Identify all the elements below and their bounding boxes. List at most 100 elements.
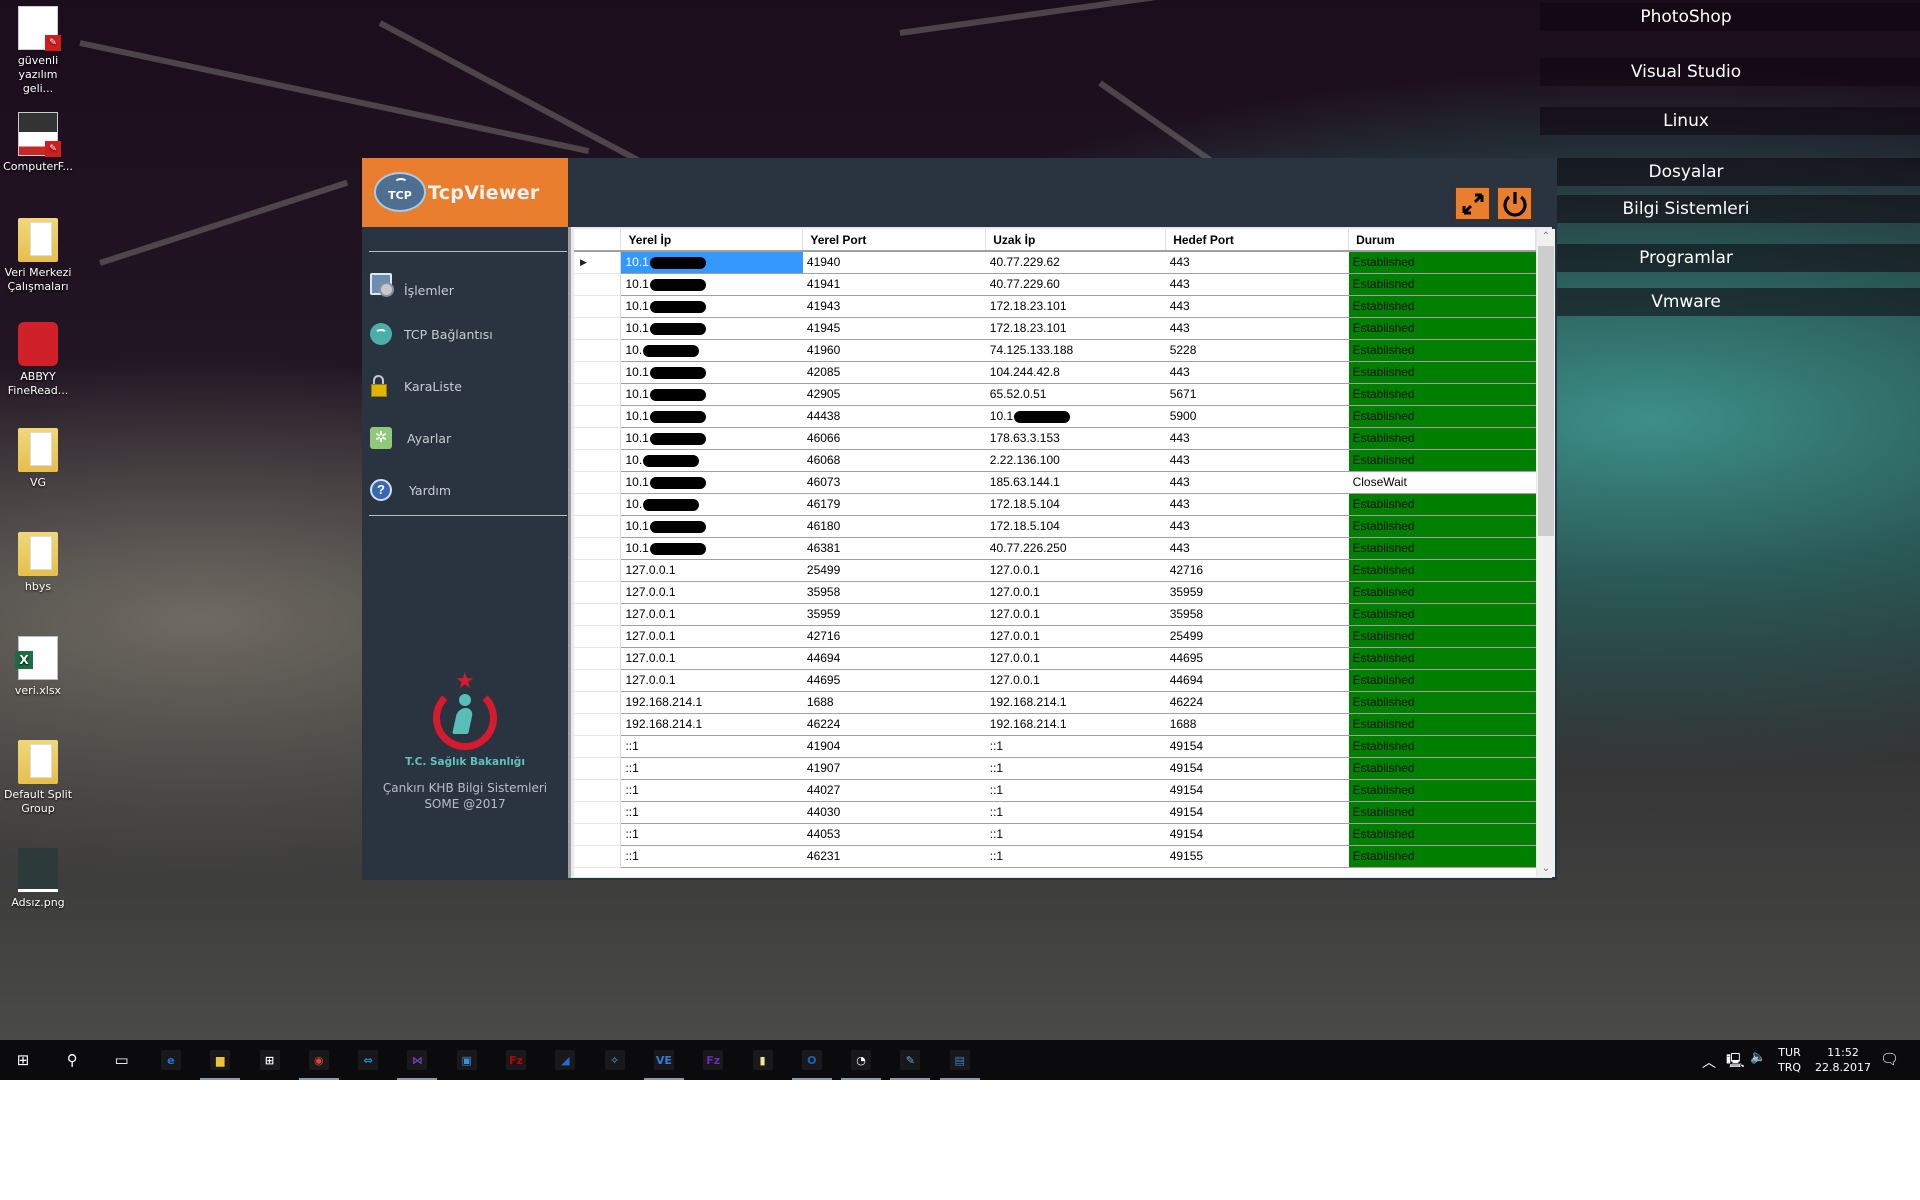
cell-state[interactable]: Established — [1348, 823, 1536, 846]
row-header[interactable] — [574, 735, 622, 758]
table-row[interactable]: ::1 44030::1 49154 Established — [574, 801, 1536, 824]
cell-remote-ip[interactable]: 178.63.3.153 — [985, 427, 1166, 450]
cell-local-ip[interactable]: 10. — [620, 493, 803, 516]
desktop-menu-vmware[interactable]: Vmware — [1540, 288, 1920, 316]
row-header[interactable] — [574, 383, 622, 406]
cell-remote-ip[interactable]: 192.168.214.1 — [985, 691, 1166, 714]
row-header[interactable] — [574, 427, 622, 450]
cell-state[interactable]: Established — [1348, 537, 1536, 560]
taskbar-visual-studio-button[interactable]: ⋈ — [402, 1045, 432, 1075]
cell-state[interactable]: Established — [1348, 757, 1536, 780]
row-header[interactable] — [574, 779, 622, 802]
cell-state[interactable]: Established — [1348, 735, 1536, 758]
cell-local-ip[interactable]: 10. — [620, 449, 803, 472]
maximize-button[interactable] — [1455, 187, 1490, 220]
cell-state[interactable]: Established — [1348, 647, 1536, 670]
desktop-menu-bilgi-sistemleri[interactable]: Bilgi Sistemleri — [1540, 195, 1920, 223]
row-header[interactable] — [574, 625, 622, 648]
cell-local-ip[interactable]: ::1 — [620, 735, 803, 758]
cell-local-ip[interactable]: 127.0.0.1 — [620, 559, 803, 582]
cell-remote-port[interactable]: 443 — [1165, 361, 1349, 384]
cell-remote-port[interactable]: 5900 — [1165, 405, 1349, 428]
cell-remote-port[interactable]: 46224 — [1165, 691, 1349, 714]
cell-remote-ip[interactable]: ::1 — [985, 801, 1166, 824]
desktop-icon-abbyy[interactable]: ABBYY FineRead... — [2, 322, 74, 398]
cell-state[interactable]: Established — [1348, 383, 1536, 406]
clock[interactable]: 11:52 22.8.2017 — [1812, 1045, 1874, 1075]
column-header-yerel-port[interactable]: Yerel Port — [802, 229, 987, 252]
desktop-icon-vg[interactable]: VG — [2, 428, 74, 490]
row-header[interactable] — [574, 515, 622, 538]
cell-remote-port[interactable]: 49154 — [1165, 823, 1349, 846]
cell-remote-port[interactable]: 443 — [1165, 493, 1349, 516]
cell-local-port[interactable]: 46180 — [802, 515, 986, 538]
table-row[interactable]: 10.1 44438 10.1 5900 Established — [574, 405, 1536, 428]
table-row[interactable]: 127.0.0.1 25499 127.0.0.1 42716 Established — [574, 559, 1536, 582]
cell-state[interactable]: Established — [1348, 603, 1536, 626]
cell-local-ip[interactable]: 127.0.0.1 — [620, 625, 803, 648]
table-row[interactable]: 10.1 41941 40.77.229.60 443 Established — [574, 273, 1536, 296]
sidebar-item-ayarlar[interactable]: ✲ Ayarlar — [362, 425, 568, 455]
cell-remote-port[interactable]: 443 — [1165, 449, 1349, 472]
cell-remote-port[interactable]: 443 — [1165, 471, 1349, 494]
cell-local-ip[interactable]: 10.1 — [620, 295, 803, 318]
taskbar-search-button[interactable]: ⚲ — [57, 1045, 87, 1075]
desktop-menu-dosyalar[interactable]: Dosyalar — [1540, 158, 1920, 186]
cell-remote-ip[interactable]: 127.0.0.1 — [985, 625, 1166, 648]
taskbar-chrome-button[interactable]: ◉ — [304, 1045, 334, 1075]
desktop-icon-adsiz-png[interactable]: Adsız.png — [2, 848, 74, 910]
cell-local-ip[interactable]: 10. — [620, 339, 803, 362]
cell-local-port[interactable]: 46224 — [802, 713, 986, 736]
cell-local-port[interactable]: 42905 — [802, 383, 986, 406]
cell-local-port[interactable]: 35958 — [802, 581, 986, 604]
cell-local-port[interactable]: 46179 — [802, 493, 986, 516]
cell-state[interactable]: Established — [1348, 449, 1536, 472]
cell-local-ip[interactable]: 127.0.0.1 — [620, 603, 803, 626]
cell-local-port[interactable]: 44694 — [802, 647, 986, 670]
cell-local-port[interactable]: 46068 — [802, 449, 986, 472]
cell-remote-ip[interactable]: 192.168.214.1 — [985, 713, 1166, 736]
desktop-icon-veri-xlsx[interactable]: X veri.xlsx — [2, 636, 74, 698]
cell-local-port[interactable]: 44438 — [802, 405, 986, 428]
sidebar-item-tcp-baglantisi[interactable]: TCP Bağlantısı — [362, 321, 568, 351]
taskbar-start-button[interactable]: ⊞ — [8, 1045, 38, 1075]
table-row[interactable]: 10.1 46381 40.77.226.250 443 Established — [574, 537, 1536, 560]
cell-state[interactable]: Established — [1348, 691, 1536, 714]
taskbar-tcpviewer-window-button[interactable]: ▤ — [945, 1045, 975, 1075]
cell-state[interactable]: Established — [1348, 801, 1536, 824]
cell-remote-ip[interactable]: 74.125.133.188 — [985, 339, 1166, 362]
table-row[interactable]: 10.1 46180 172.18.5.104 443 Established — [574, 515, 1536, 538]
taskbar-outlook-button[interactable]: O — [797, 1045, 827, 1075]
row-header[interactable] — [574, 471, 622, 494]
table-row[interactable]: ::1 44027::1 49154 Established — [574, 779, 1536, 802]
cell-local-ip[interactable]: 127.0.0.1 — [620, 581, 803, 604]
scroll-up-icon[interactable]: ⌃ — [1537, 229, 1555, 245]
cell-local-ip[interactable]: 10.1 — [620, 405, 803, 428]
cell-remote-ip[interactable]: 2.22.136.100 — [985, 449, 1166, 472]
table-row[interactable]: 10.1 42085 104.244.42.8 443 Established — [574, 361, 1536, 384]
row-header[interactable] — [574, 273, 622, 296]
cell-state[interactable]: Established — [1348, 339, 1536, 362]
cell-remote-ip[interactable]: ::1 — [985, 823, 1166, 846]
row-header[interactable] — [574, 449, 622, 472]
cell-local-ip[interactable]: ::1 — [620, 845, 803, 868]
cell-remote-ip[interactable]: 40.77.229.62 — [985, 251, 1166, 274]
cell-remote-port[interactable]: 35958 — [1165, 603, 1349, 626]
cell-remote-ip[interactable]: 127.0.0.1 — [985, 603, 1166, 626]
cell-remote-ip[interactable]: 127.0.0.1 — [985, 669, 1166, 692]
network-icon[interactable]: 🖳 — [1726, 1050, 1745, 1074]
row-header[interactable] — [574, 361, 622, 384]
table-row[interactable]: ::1 41907::1 49154 Established — [574, 757, 1536, 780]
cell-remote-ip[interactable]: 10.1 — [985, 405, 1166, 428]
cell-local-ip[interactable]: 10.1 — [620, 537, 803, 560]
table-row[interactable]: 127.0.0.1 35959 127.0.0.1 35958 Established — [574, 603, 1536, 626]
scroll-down-icon[interactable]: ⌄ — [1537, 861, 1555, 877]
table-row[interactable]: 192.168.214.1 1688 192.168.214.1 46224 Estab… — [574, 691, 1536, 714]
cell-local-ip[interactable]: 10.1 — [620, 471, 803, 494]
taskbar-wireshark-button[interactable]: ◢ — [550, 1045, 580, 1075]
cell-local-port[interactable]: 35959 — [802, 603, 986, 626]
taskbar-health-ministry-app-button[interactable]: ◔ — [846, 1045, 876, 1075]
cell-remote-ip[interactable]: 127.0.0.1 — [985, 581, 1166, 604]
cell-remote-port[interactable]: 443 — [1165, 273, 1349, 296]
cell-local-port[interactable]: 41904 — [802, 735, 986, 758]
